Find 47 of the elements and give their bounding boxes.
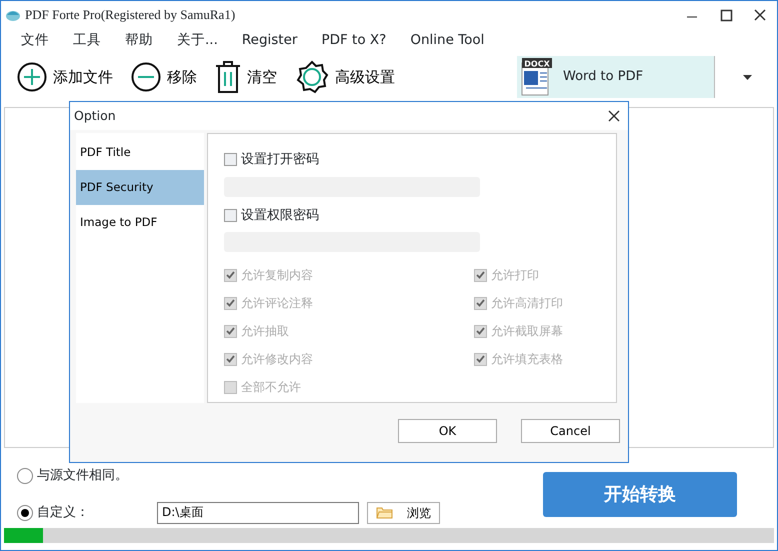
trash-icon <box>215 61 241 93</box>
radio-label: 自定义： <box>37 504 89 522</box>
menu-item[interactable]: Register <box>242 30 298 50</box>
mode-selector[interactable]: DOCX Word to PDF <box>517 56 715 98</box>
sidebar-tab[interactable]: PDF Security <box>76 170 204 205</box>
menu-item[interactable]: PDF to X? <box>321 30 386 50</box>
checkbox-label: 允许抽取 <box>241 323 289 340</box>
menu-item[interactable]: Online Tool <box>410 30 484 50</box>
toolbar-button[interactable]: 清空 <box>215 61 277 93</box>
dialog-button[interactable]: OK <box>398 419 497 443</box>
checkbox-label: 允许复制内容 <box>241 267 313 284</box>
radio-button[interactable] <box>17 468 33 484</box>
checkbox-label: 允许评论注释 <box>241 295 313 312</box>
sidebar-tab[interactable]: Image to PDF <box>76 205 204 240</box>
window-title: PDF Forte Pro(Registered by SamuRa1) <box>25 6 236 24</box>
menu-item[interactable]: 关于... <box>177 30 218 50</box>
radio-button[interactable] <box>17 504 33 520</box>
checkbox[interactable] <box>224 153 237 166</box>
plus-circle-icon <box>17 62 47 92</box>
gear-icon <box>295 60 329 94</box>
sidebar-tab[interactable]: PDF Title <box>76 135 204 170</box>
path-field[interactable]: D:\桌面 <box>157 502 359 524</box>
minus-circle-icon <box>131 62 161 92</box>
start-convert-button[interactable]: 开始转换 <box>543 472 737 518</box>
folder-icon <box>376 506 393 519</box>
dialog-button[interactable]: Cancel <box>521 419 620 443</box>
toolbar-button[interactable]: 移除 <box>131 62 197 92</box>
checkbox-label: 允许截取屏幕 <box>491 323 563 340</box>
checkbox-label: 设置打开密码 <box>241 151 319 169</box>
toolbar-button[interactable]: 高级设置 <box>295 60 395 94</box>
menu-item[interactable]: 帮助 <box>125 30 153 50</box>
checkbox-label: 全部不允许 <box>241 379 301 396</box>
checkbox-label: 允许高清打印 <box>491 295 563 312</box>
close-icon[interactable] <box>608 110 620 122</box>
checkbox-label: 允许打印 <box>491 267 539 284</box>
checkbox-label: 允许填充表格 <box>491 351 563 368</box>
menu-item[interactable]: 工具 <box>73 30 101 50</box>
radio-label: 与源文件相同。 <box>37 467 128 485</box>
checkbox-label: 允许修改内容 <box>241 351 313 368</box>
dialog-title: Option <box>74 106 116 125</box>
toolbar-button[interactable]: 添加文件 <box>17 62 113 92</box>
checkbox-label: 设置权限密码 <box>241 206 319 224</box>
browse-button[interactable]: 浏览 <box>367 502 440 524</box>
dropdown-caret-icon[interactable] <box>742 74 752 80</box>
app-icon <box>5 8 21 22</box>
menu-item[interactable]: 文件 <box>21 30 49 50</box>
checkbox[interactable] <box>224 208 237 222</box>
